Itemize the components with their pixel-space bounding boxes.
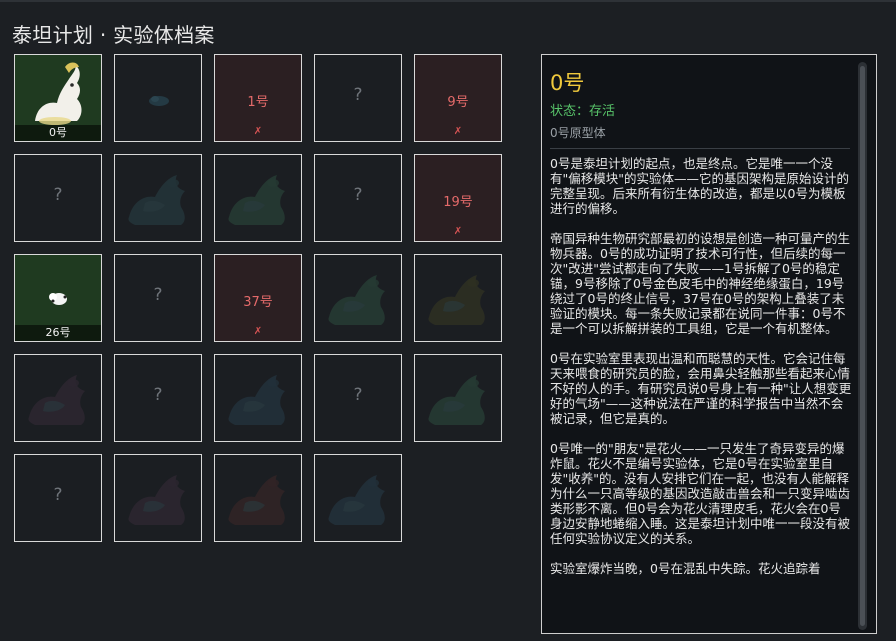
page-title: 泰坦计划 · 实验体档案 <box>12 23 215 47</box>
specimen-cell[interactable] <box>114 454 202 542</box>
description-paragraph: 0号在实验室里表现出温和而聪慧的天性。它会记住每天来喂食的研究员的脸，会用鼻尖轻… <box>550 351 852 426</box>
failed-specimen-label: 1号 <box>247 95 269 110</box>
description: 0号是泰坦计划的起点，也是终点。它是唯一一个没有"偏移模块"的实验体——它的基因… <box>550 156 852 591</box>
description-paragraph: 帝国异种生物研究部最初的设想是创造一种可量产的生物兵器。0号的成功证明了技术可行… <box>550 231 851 336</box>
failed-mark: ✗ <box>453 226 463 237</box>
specimen-cell[interactable] <box>114 154 202 242</box>
specimen-cell[interactable]: 0号 <box>14 54 102 142</box>
specimen-cell[interactable]: ? <box>114 354 202 442</box>
failed-specimen-label: 9号 <box>447 95 469 110</box>
specimen-cell[interactable] <box>114 54 202 142</box>
crested-beast-silhouette-icon <box>28 375 86 425</box>
detail-panel: 0号 状态：存活 0号原型体 0号是泰坦计划的起点，也是终点。它是唯一一个没有"… <box>541 54 877 634</box>
specimen-cell[interactable]: 19号 ✗ <box>414 154 502 242</box>
specimen-cell[interactable]: ? <box>14 154 102 242</box>
description-paragraph: 0号唯一的"朋友"是花火——一只发生了奇异变异的爆炸鼠。花火不是编号实验体，它是… <box>550 441 851 546</box>
failed-mark: ✗ <box>253 126 263 137</box>
flame-beast-silhouette-icon <box>128 475 185 525</box>
green-beast-silhouette-icon <box>428 375 485 425</box>
divider <box>550 148 850 149</box>
forest-beast-silhouette-icon <box>328 475 385 525</box>
unknown-mark: ? <box>153 285 163 305</box>
dark-beast-silhouette-icon <box>228 475 285 525</box>
specimen-cell[interactable]: ? <box>314 354 402 442</box>
winged-beast-silhouette-icon <box>228 175 285 225</box>
specimen-cell[interactable]: 9号 ✗ <box>414 54 502 142</box>
red-beast-silhouette-icon <box>428 275 485 325</box>
specimen-number-label: 26号 <box>15 325 101 341</box>
description-paragraph: 实验室爆炸当晚，0号在混乱中失踪。花火追踪着 <box>550 561 821 576</box>
specimen-name: 0号 <box>550 71 585 95</box>
failed-specimen-label: 19号 <box>443 195 473 210</box>
specimen-cell[interactable] <box>14 354 102 442</box>
specimen-cell[interactable] <box>214 354 302 442</box>
specimen-cell[interactable] <box>314 454 402 542</box>
crouching-beast-silhouette-icon <box>328 275 385 325</box>
specimen-cell[interactable]: 26号 <box>14 254 102 342</box>
description-paragraph: 0号是泰坦计划的起点，也是终点。它是唯一一个没有"偏移模块"的实验体——它的基因… <box>550 156 849 216</box>
specimen-cell[interactable]: ? <box>114 254 202 342</box>
specimen-cell[interactable] <box>414 354 502 442</box>
specimen-cell[interactable]: 1号 ✗ <box>214 54 302 142</box>
unknown-mark: ? <box>353 185 363 205</box>
crested-beast-silhouette-icon <box>228 375 285 425</box>
beast-silhouette-icon <box>128 175 185 225</box>
unknown-mark: ? <box>53 485 63 505</box>
specimen-cell[interactable] <box>214 154 302 242</box>
specimen-cell[interactable]: ? <box>14 454 102 542</box>
unknown-mark: ? <box>53 185 63 205</box>
specimen-subtype: 0号原型体 <box>550 126 606 140</box>
failed-specimen-label: 37号 <box>243 295 273 310</box>
failed-mark: ✗ <box>253 326 263 337</box>
specimen-cell[interactable]: ? <box>314 154 402 242</box>
scrollbar-thumb[interactable] <box>860 66 865 626</box>
failed-mark: ✗ <box>453 126 463 137</box>
specimen-cell[interactable]: 37号 ✗ <box>214 254 302 342</box>
specimen-cell[interactable] <box>214 454 302 542</box>
specimen-number-label: 0号 <box>15 125 101 141</box>
small-creature-silhouette-icon <box>149 96 169 106</box>
unknown-mark: ? <box>353 385 363 405</box>
status-label: 状态：存活 <box>550 104 616 119</box>
specimen-cell[interactable] <box>414 254 502 342</box>
top-border <box>0 0 896 2</box>
unknown-mark: ? <box>153 385 163 405</box>
unknown-mark: ? <box>353 85 363 105</box>
specimen-cell[interactable] <box>314 254 402 342</box>
specimen-cell[interactable]: ? <box>314 54 402 142</box>
